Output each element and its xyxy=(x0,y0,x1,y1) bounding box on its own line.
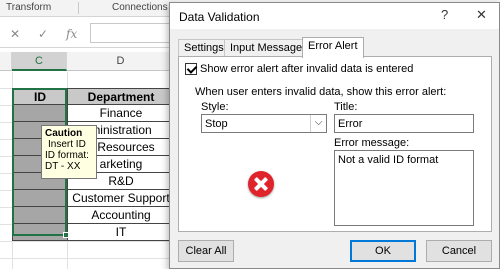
title-input[interactable]: Error xyxy=(334,114,474,133)
data-validation-dialog: Data Validation ? ✕ Settings Input Messa… xyxy=(169,2,500,269)
title-label: Title: xyxy=(334,101,358,113)
clear-all-button[interactable]: Clear All xyxy=(178,240,234,262)
department-cell[interactable]: Customer Support xyxy=(67,190,175,207)
chevron-down-icon[interactable]: ⌵ xyxy=(310,115,326,132)
error-alert-panel: Show error alert after invalid data is e… xyxy=(178,56,492,232)
tooltip-line: ID format: xyxy=(45,150,89,161)
show-error-alert-row[interactable]: Show error alert after invalid data is e… xyxy=(185,63,413,77)
dialog-titlebar[interactable]: Data Validation ? ✕ xyxy=(170,3,499,29)
cancel-entry-icon[interactable]: ✕ xyxy=(10,27,20,41)
formula-input[interactable] xyxy=(90,23,180,43)
instruction-text: When user enters invalid data, show this… xyxy=(195,86,447,98)
id-cell[interactable] xyxy=(12,105,68,122)
error-message-label: Error message: xyxy=(334,137,410,149)
id-cell[interactable] xyxy=(12,207,68,224)
show-error-alert-checkbox[interactable] xyxy=(185,63,197,76)
id-cell[interactable] xyxy=(12,190,68,207)
input-message-tooltip: Caution Insert ID ID format: DT - XX xyxy=(41,125,97,179)
style-label: Style: xyxy=(201,101,229,113)
help-button[interactable]: ? xyxy=(441,7,448,22)
tab-error-alert[interactable]: Error Alert xyxy=(302,37,364,58)
insert-function-icon[interactable]: fx xyxy=(66,27,77,41)
table-header-department[interactable]: Department xyxy=(67,88,175,105)
style-select[interactable]: Stop ⌵ xyxy=(201,114,327,133)
column-header-c[interactable]: C xyxy=(12,52,67,71)
department-cell[interactable]: Finance xyxy=(67,105,175,122)
enter-entry-icon[interactable]: ✓ xyxy=(38,27,48,41)
error-message-textarea[interactable]: Not a valid ID format xyxy=(334,150,474,226)
tab-input-message[interactable]: Input Message xyxy=(224,39,309,57)
department-cell[interactable]: IT xyxy=(67,224,175,241)
tooltip-title: Caution xyxy=(45,128,83,139)
style-value: Stop xyxy=(205,118,228,130)
fill-handle[interactable] xyxy=(63,232,69,238)
ribbon-group-connections: Connections xyxy=(112,2,168,13)
id-cell[interactable] xyxy=(12,224,68,241)
tooltip-line: DT - XX xyxy=(45,161,81,172)
tab-settings[interactable]: Settings xyxy=(178,39,230,57)
row-header-corner[interactable] xyxy=(0,52,12,71)
department-cell[interactable]: Accounting xyxy=(67,207,175,224)
ok-button[interactable]: OK xyxy=(350,240,416,262)
close-button[interactable]: ✕ xyxy=(476,7,487,23)
dialog-title: Data Validation xyxy=(179,10,260,24)
show-error-alert-label[interactable]: Show error alert after invalid data is e… xyxy=(200,63,413,75)
tooltip-line: Insert ID xyxy=(48,139,86,150)
cancel-button[interactable]: Cancel xyxy=(426,240,492,262)
error-stop-icon xyxy=(248,171,274,197)
ribbon-group-transform: Transform xyxy=(6,2,52,13)
column-header-d[interactable]: D xyxy=(67,52,175,71)
table-header-id[interactable]: ID xyxy=(12,88,68,105)
